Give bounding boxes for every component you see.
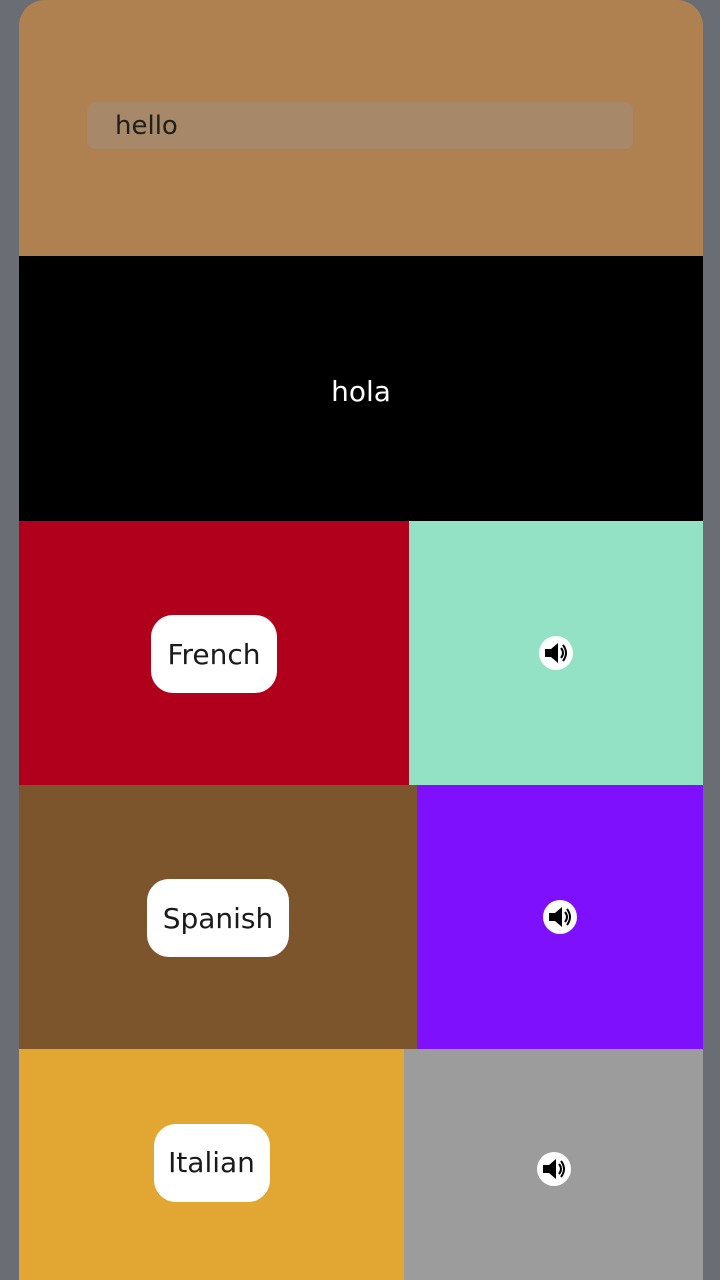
french-label: French: [167, 637, 261, 671]
language-cell-french: French: [19, 521, 409, 785]
speak-italian-button[interactable]: [404, 1049, 703, 1280]
speaker-icon: [536, 1151, 571, 1186]
speak-spanish-button[interactable]: [417, 785, 703, 1049]
translation-output: hola: [19, 256, 703, 521]
translation-text: hola: [331, 375, 391, 408]
search-input-container[interactable]: [87, 102, 633, 149]
spanish-label: Spanish: [162, 901, 274, 935]
language-cell-italian: Italian: [19, 1049, 404, 1280]
search-input[interactable]: [115, 110, 633, 141]
speaker-icon: [539, 636, 573, 670]
app-screen: hola French Spanish: [19, 0, 703, 1280]
speak-french-button[interactable]: [409, 521, 703, 785]
language-row-french: French: [19, 521, 703, 785]
italian-label: Italian: [168, 1146, 255, 1179]
speaker-icon: [543, 900, 577, 934]
french-button[interactable]: French: [151, 615, 277, 693]
input-header: [19, 0, 703, 256]
language-row-italian: Italian: [19, 1049, 703, 1280]
spanish-button[interactable]: Spanish: [147, 879, 289, 957]
language-cell-spanish: Spanish: [19, 785, 417, 1049]
italian-button[interactable]: Italian: [153, 1123, 270, 1202]
language-row-spanish: Spanish: [19, 785, 703, 1049]
